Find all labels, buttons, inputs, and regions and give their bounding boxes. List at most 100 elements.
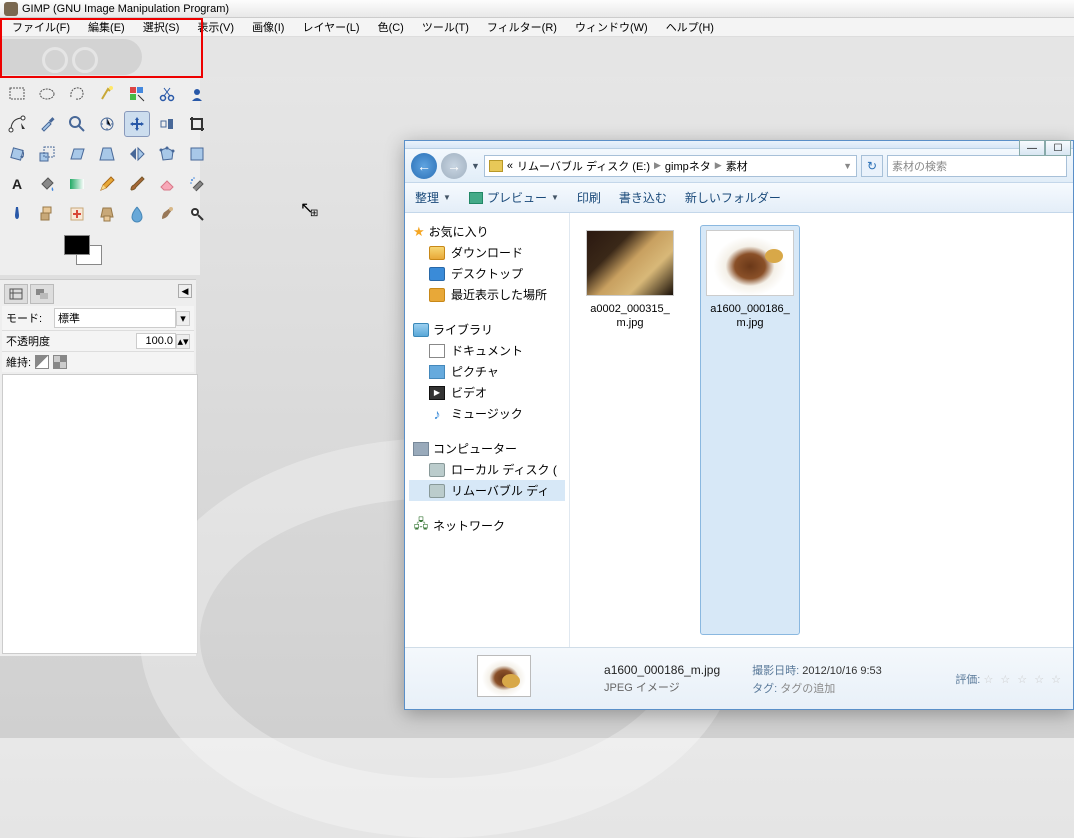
file-list[interactable]: a0002_000315_m.jpg a1600_000186_m.jpg bbox=[570, 213, 1073, 647]
tool-clone[interactable] bbox=[34, 201, 60, 227]
nav-back-button[interactable]: ← bbox=[411, 153, 437, 179]
tool-paths[interactable] bbox=[4, 111, 30, 137]
tool-heal[interactable] bbox=[64, 201, 90, 227]
tool-scissors[interactable] bbox=[154, 81, 180, 107]
toolbar-preview[interactable]: プレビュー▼ bbox=[469, 189, 559, 206]
toolbar-organize[interactable]: 整理▼ bbox=[415, 189, 451, 206]
computer-icon bbox=[413, 442, 429, 456]
menu-edit[interactable]: 編集(E) bbox=[80, 19, 133, 35]
mode-select[interactable]: 標準 bbox=[54, 308, 176, 328]
tree-videos[interactable]: ▶ビデオ bbox=[409, 382, 565, 403]
tool-measure[interactable] bbox=[94, 111, 120, 137]
opacity-value[interactable]: 100.0 bbox=[136, 333, 176, 349]
nav-forward-button[interactable]: → bbox=[441, 153, 467, 179]
tool-fuzzy-select[interactable] bbox=[94, 81, 120, 107]
fg-color-swatch[interactable] bbox=[64, 235, 90, 255]
tool-free-select[interactable] bbox=[64, 81, 90, 107]
preserve-swatch-1[interactable] bbox=[35, 355, 49, 369]
options-tab-2[interactable] bbox=[30, 284, 54, 304]
file-item[interactable]: a0002_000315_m.jpg bbox=[580, 225, 680, 635]
tree-pictures[interactable]: ピクチャ bbox=[409, 361, 565, 382]
tool-airbrush[interactable] bbox=[184, 171, 210, 197]
details-tag-value[interactable]: タグの追加 bbox=[780, 683, 835, 695]
menu-layer[interactable]: レイヤー(L) bbox=[294, 19, 367, 35]
tool-scale[interactable] bbox=[34, 141, 60, 167]
tool-foreground-select[interactable] bbox=[184, 81, 210, 107]
menu-file[interactable]: ファイル(F) bbox=[4, 19, 78, 35]
breadcrumb-disk[interactable]: リムーバブル ディスク (E:) bbox=[517, 158, 650, 174]
tree-network[interactable]: 🖧ネットワーク bbox=[409, 515, 565, 536]
tree-music[interactable]: ♪ミュージック bbox=[409, 403, 565, 424]
tool-crop[interactable] bbox=[184, 111, 210, 137]
address-bar[interactable]: « リムーバブル ディスク (E:) ▶ gimpネタ ▶ 素材 ▼ bbox=[484, 155, 857, 177]
tree-recent[interactable]: 最近表示した場所 bbox=[409, 284, 565, 305]
mode-dropdown-icon[interactable]: ▾ bbox=[176, 311, 190, 326]
tool-gradient[interactable] bbox=[64, 171, 90, 197]
menu-image[interactable]: 画像(I) bbox=[244, 19, 292, 35]
tool-unified-transform[interactable] bbox=[184, 141, 210, 167]
toolbar-burn[interactable]: 書き込む bbox=[619, 189, 667, 206]
breadcrumb-folder2[interactable]: 素材 bbox=[726, 158, 748, 174]
tool-dodge[interactable] bbox=[184, 201, 210, 227]
refresh-button[interactable]: ↻ bbox=[861, 155, 883, 177]
tree-computer[interactable]: コンピューター bbox=[409, 438, 565, 459]
menu-select[interactable]: 選択(S) bbox=[135, 19, 188, 35]
toolbar-print[interactable]: 印刷 bbox=[577, 189, 601, 206]
file-item[interactable]: a1600_000186_m.jpg bbox=[700, 225, 800, 635]
tool-pencil[interactable] bbox=[94, 171, 120, 197]
tool-color-select[interactable] bbox=[124, 81, 150, 107]
tool-ellipse-select[interactable] bbox=[34, 81, 60, 107]
toolbar-new-folder[interactable]: 新しいフォルダー bbox=[685, 189, 781, 206]
tree-library[interactable]: ライブラリ bbox=[409, 319, 565, 340]
image-drop-area[interactable] bbox=[0, 37, 1074, 77]
opacity-spinner-icon[interactable]: ▴▾ bbox=[176, 334, 190, 349]
tool-smudge[interactable] bbox=[154, 201, 180, 227]
search-input[interactable]: 素材の検索 bbox=[887, 155, 1067, 177]
tool-bucket-fill[interactable] bbox=[34, 171, 60, 197]
menu-filter[interactable]: フィルター(R) bbox=[479, 19, 565, 35]
tool-perspective-clone[interactable] bbox=[94, 201, 120, 227]
tool-rect-select[interactable] bbox=[4, 81, 30, 107]
menu-view[interactable]: 表示(V) bbox=[189, 19, 242, 35]
nav-history-dropdown[interactable]: ▼ bbox=[471, 161, 480, 171]
tool-perspective[interactable] bbox=[94, 141, 120, 167]
tree-removable-disk[interactable]: リムーバブル ディ bbox=[409, 480, 565, 501]
desktop-icon bbox=[429, 267, 445, 281]
explorer-titlebar[interactable]: — ☐ bbox=[405, 141, 1073, 149]
address-dropdown-icon[interactable]: ▼ bbox=[843, 161, 852, 171]
tool-cage[interactable] bbox=[154, 141, 180, 167]
tool-paintbrush[interactable] bbox=[124, 171, 150, 197]
tool-ink[interactable] bbox=[4, 201, 30, 227]
tool-flip[interactable] bbox=[124, 141, 150, 167]
tree-local-disk[interactable]: ローカル ディスク ( bbox=[409, 459, 565, 480]
explorer-toolbar: 整理▼ プレビュー▼ 印刷 書き込む 新しいフォルダー bbox=[405, 183, 1073, 213]
color-swatches[interactable] bbox=[64, 235, 114, 269]
tree-downloads[interactable]: ダウンロード bbox=[409, 242, 565, 263]
tool-shear[interactable] bbox=[64, 141, 90, 167]
tool-text[interactable]: A bbox=[4, 171, 30, 197]
tool-eraser[interactable] bbox=[154, 171, 180, 197]
menu-color[interactable]: 色(C) bbox=[370, 19, 412, 35]
rating-stars[interactable]: ☆ ☆ ☆ ☆ ☆ bbox=[983, 674, 1063, 686]
tree-favorites[interactable]: ★お気に入り bbox=[409, 221, 565, 242]
tool-zoom[interactable] bbox=[64, 111, 90, 137]
breadcrumb-folder1[interactable]: gimpネタ bbox=[665, 158, 711, 174]
tool-move[interactable] bbox=[124, 111, 150, 137]
tool-color-picker[interactable] bbox=[34, 111, 60, 137]
menu-window[interactable]: ウィンドウ(W) bbox=[567, 19, 656, 35]
window-title: GIMP (GNU Image Manipulation Program) bbox=[22, 3, 229, 15]
tool-align[interactable] bbox=[154, 111, 180, 137]
minimize-button[interactable]: — bbox=[1019, 140, 1045, 156]
tool-rotate[interactable] bbox=[4, 141, 30, 167]
maximize-button[interactable]: ☐ bbox=[1045, 140, 1071, 156]
options-menu-arrow[interactable]: ◀ bbox=[178, 284, 192, 298]
preview-icon bbox=[469, 192, 483, 204]
menu-help[interactable]: ヘルプ(H) bbox=[658, 19, 722, 35]
tree-documents[interactable]: ドキュメント bbox=[409, 340, 565, 361]
tool-blur[interactable] bbox=[124, 201, 150, 227]
options-tab-1[interactable] bbox=[4, 284, 28, 304]
menu-tool[interactable]: ツール(T) bbox=[414, 19, 477, 35]
network-icon: 🖧 bbox=[413, 519, 429, 533]
preserve-swatch-2[interactable] bbox=[53, 355, 67, 369]
tree-desktop[interactable]: デスクトップ bbox=[409, 263, 565, 284]
